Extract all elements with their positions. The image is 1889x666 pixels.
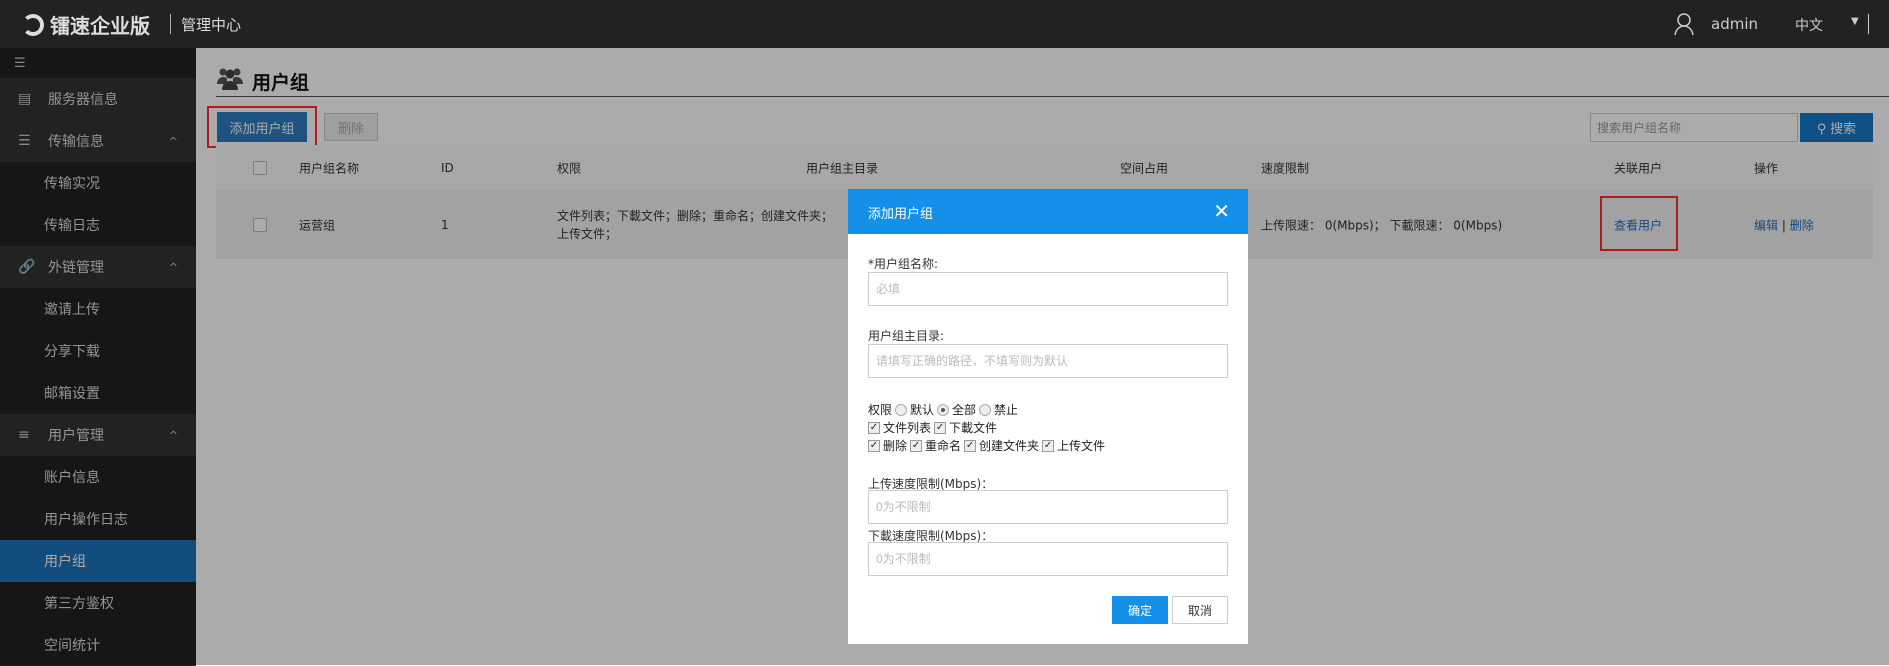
add-user-group-dialog: 添加用户组 ✕ *用户组名称: 用户组主目录: 权限 默认 全部 禁止 ✓文件列… [848,189,1248,644]
user-icon[interactable] [1674,12,1694,36]
dialog-header: 添加用户组 ✕ [848,189,1248,234]
permission-label: 权限 [868,403,893,417]
checkbox-upload[interactable]: ✓ [1042,439,1055,452]
permission-radios: 权限 默认 全部 禁止 [868,401,1018,418]
top-bar: 镭速企业版 管理中心 admin 中文 ▼ [0,0,1889,48]
radio-label: 禁止 [994,403,1019,417]
logo-icon [22,13,44,36]
caret-down-icon[interactable]: ▼ [1851,16,1859,27]
confirm-button[interactable]: 确定 [1112,596,1168,624]
group-name-label: *用户组名称: [868,257,939,271]
radio-label: 全部 [952,403,977,417]
brand-name: 镭速企业版 [50,14,150,38]
permission-checks-row: ✓ 文件列表 ✓ 下載文件 [868,419,997,436]
checkbox-create-folder[interactable]: ✓ [964,439,977,452]
user-name[interactable]: admin [1711,15,1758,33]
checkbox-delete[interactable]: ✓ [868,439,880,452]
app-subtitle: 管理中心 [181,16,242,34]
radio-label: 默认 [910,403,935,417]
divider [170,14,171,34]
dialog-title: 添加用户组 [868,207,934,222]
group-name-input[interactable] [868,272,1228,306]
cancel-button[interactable]: 取消 [1172,596,1228,624]
checkbox-rename[interactable]: ✓ [910,439,923,452]
radio-default[interactable] [895,403,908,416]
checkbox-download[interactable]: ✓ [934,421,947,434]
checkbox-label: 删除 [883,439,908,453]
group-dir-input[interactable] [868,344,1228,378]
upload-limit-input[interactable] [868,490,1228,524]
checkbox-label: 创建文件夹 [979,439,1040,453]
checkbox-label: 下載文件 [949,421,998,435]
checkbox-file-list[interactable]: ✓ [868,421,880,434]
checkbox-label: 上传文件 [1057,439,1106,453]
close-icon[interactable]: ✕ [1213,199,1230,223]
checkbox-label: 文件列表 [883,421,932,435]
checkbox-label: 重命名 [925,439,962,453]
radio-all[interactable] [937,403,950,416]
radio-forbid[interactable] [979,403,992,416]
group-dir-label: 用户组主目录: [868,329,945,343]
download-limit-input[interactable] [868,542,1228,576]
divider [1868,14,1869,34]
brand-logo: 镭速企业版 [22,10,150,39]
language-select[interactable]: 中文 [1795,15,1823,35]
permission-checks-row: ✓ 删除 ✓ 重命名 ✓ 创建文件夹 ✓ 上传文件 [868,437,1105,454]
